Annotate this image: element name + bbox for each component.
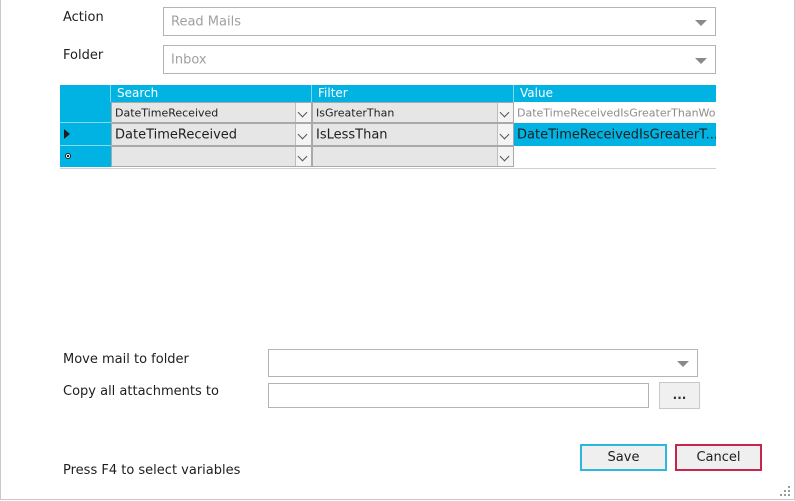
- move-mail-label: Move mail to folder: [63, 352, 189, 367]
- folder-label: Folder: [63, 48, 104, 63]
- resize-grip-icon[interactable]: [780, 486, 790, 496]
- action-dropdown-value: Read Mails: [171, 14, 241, 29]
- dialog-frame: [0, 0, 795, 500]
- chevron-down-icon: [677, 361, 689, 367]
- chevron-down-icon: [695, 57, 707, 64]
- filter-operator-dropdown[interactable]: IsLessThan: [312, 123, 514, 146]
- search-field-dropdown[interactable]: DateTimeReceived: [111, 123, 312, 146]
- value-cell[interactable]: DateTimeReceivedIsGreaterThanWor...: [514, 102, 716, 123]
- move-mail-folder-dropdown[interactable]: [268, 349, 698, 377]
- column-header-value[interactable]: Value: [514, 85, 716, 102]
- filter-grid[interactable]: Search Filter Value DateTimeReceived IsG…: [60, 85, 716, 169]
- action-label: Action: [63, 10, 104, 25]
- grid-corner-header: [60, 85, 111, 102]
- filter-operator-dropdown[interactable]: IsGreaterThan: [312, 102, 514, 123]
- current-row-pointer-icon: [64, 129, 70, 139]
- chevron-down-icon[interactable]: [497, 103, 513, 122]
- chevron-down-icon: [695, 19, 707, 26]
- new-row-header[interactable]: [60, 146, 111, 167]
- row-header[interactable]: [60, 102, 111, 123]
- chevron-down-icon[interactable]: [295, 124, 311, 145]
- action-dropdown[interactable]: Read Mails: [163, 7, 716, 36]
- variables-hint: Press F4 to select variables: [63, 463, 241, 478]
- filter-operator-dropdown-new[interactable]: [312, 146, 514, 167]
- cancel-button[interactable]: Cancel: [675, 444, 762, 471]
- row-header-current[interactable]: [60, 123, 111, 146]
- copy-attachments-label: Copy all attachments to: [63, 384, 219, 399]
- copy-attachments-path-input[interactable]: [268, 383, 649, 408]
- search-field-dropdown-new[interactable]: [111, 146, 312, 167]
- search-field-dropdown[interactable]: DateTimeReceived: [111, 102, 312, 123]
- new-row-icon: [65, 153, 71, 159]
- chevron-down-icon[interactable]: [497, 124, 513, 145]
- save-button[interactable]: Save: [580, 444, 667, 471]
- browse-folder-button[interactable]: ...: [659, 382, 700, 409]
- chevron-down-icon[interactable]: [295, 147, 311, 166]
- folder-dropdown-value: Inbox: [171, 52, 207, 67]
- chevron-down-icon[interactable]: [497, 147, 513, 166]
- column-header-filter[interactable]: Filter: [312, 85, 514, 102]
- column-header-search[interactable]: Search: [111, 85, 312, 102]
- value-cell-selected[interactable]: DateTimeReceivedIsGreaterT...: [514, 123, 716, 146]
- value-cell-new[interactable]: [514, 146, 716, 167]
- folder-dropdown[interactable]: Inbox: [163, 45, 716, 74]
- chevron-down-icon[interactable]: [295, 103, 311, 122]
